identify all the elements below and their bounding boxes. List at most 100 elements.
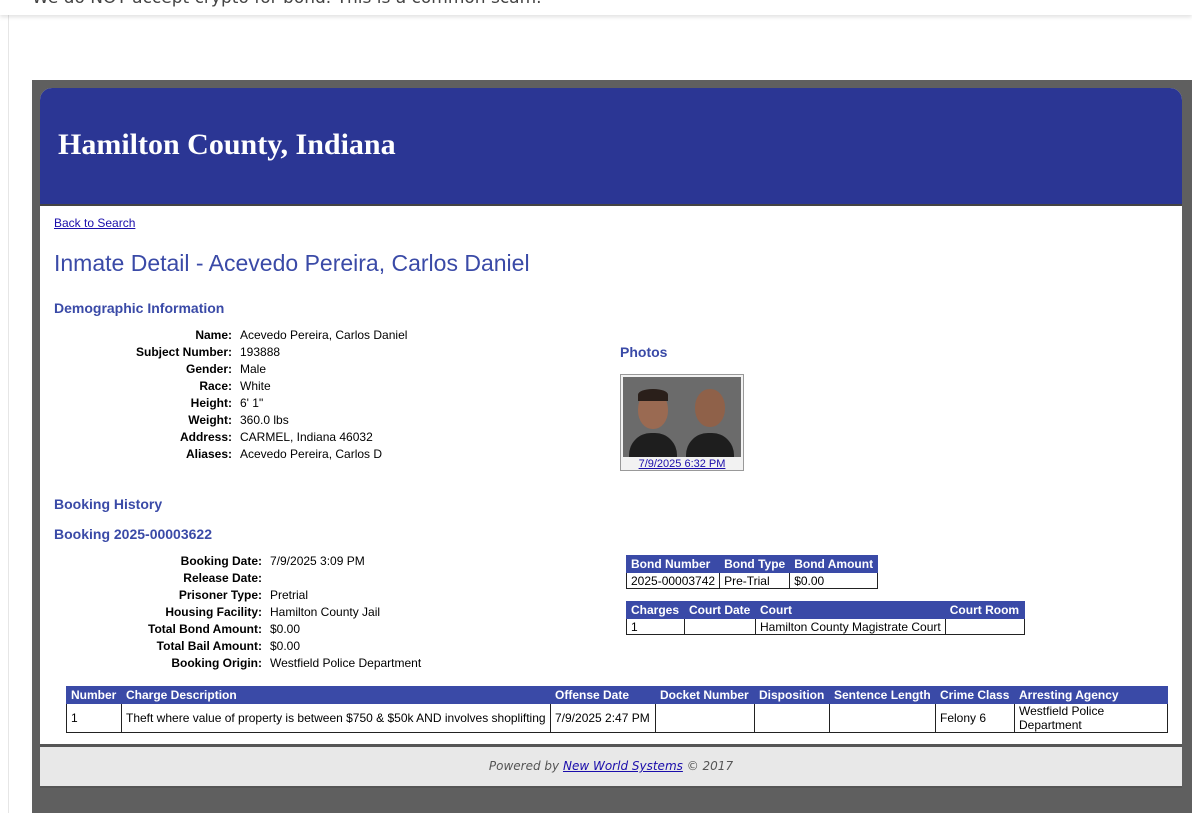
field-label: Height: (190, 396, 232, 410)
field-label: Total Bond Amount: (148, 622, 262, 636)
field-label: Total Bail Amount: (156, 639, 262, 653)
table-header-row: Bond Number Bond Type Bond Amount (625, 555, 879, 573)
bond-number-cell: 2025-00003742 (625, 572, 721, 589)
column-header: Bond Amount (789, 555, 879, 573)
footer-text: Powered by New World Systems © 2017 (40, 759, 1182, 773)
photo-date-link[interactable]: 7/9/2025 6:32 PM (621, 458, 743, 470)
booking-details-table: Booking Date: 7/9/2025 3:09 PM Release Da… (90, 553, 425, 672)
bond-amount-cell: $0.00 (789, 572, 879, 589)
column-header: Charge Description (121, 686, 551, 704)
site-top-bar: We do NOT accept crypto for bond. This i… (0, 0, 1192, 15)
column-header: Bond Type (719, 555, 791, 573)
demographics-heading: Demographic Information (54, 300, 225, 316)
column-header: Sentence Length (829, 686, 936, 704)
table-row: 1 Theft where value of property is betwe… (66, 703, 1168, 733)
county-title: Hamilton County, Indiana (58, 128, 396, 161)
field-label: Aliases: (185, 447, 232, 461)
charges-table: Number Charge Description Offense Date D… (66, 686, 1168, 733)
demographic-row: Aliases: Acevedo Pereira, Carlos D (90, 446, 411, 463)
county-header: Hamilton County, Indiana (40, 88, 1182, 206)
field-value: Male (240, 362, 267, 376)
field-label: Weight: (188, 413, 232, 427)
field-label: Address: (179, 430, 232, 444)
footer-prefix: Powered by (488, 759, 560, 773)
booking-row: Prisoner Type: Pretrial (90, 587, 425, 604)
page-title: Inmate Detail - Acevedo Pereira, Carlos … (54, 250, 530, 276)
field-label: Name: (195, 328, 232, 342)
field-label: Subject Number: (135, 345, 232, 359)
booking-row: Total Bail Amount: $0.00 (90, 638, 425, 655)
court-room-cell (944, 618, 1025, 635)
booking-history-heading: Booking History (54, 496, 163, 512)
arresting-agency-cell: Westfield Police Department (1014, 703, 1168, 733)
detail-content: Back to Search Inmate Detail - Acevedo P… (40, 206, 1182, 744)
field-label: Booking Date: (180, 554, 262, 568)
bond-table: Bond Number Bond Type Bond Amount 2025-0… (625, 555, 879, 589)
photos-heading: Photos (620, 344, 668, 360)
booking-photo-thumbnail[interactable]: 7/9/2025 6:32 PM (620, 374, 744, 471)
crime-class-cell: Felony 6 (935, 703, 1015, 733)
court-table: Charges Court Date Court Court Room 1 Ha… (626, 601, 1025, 635)
column-header: Court Date (684, 601, 756, 619)
disposition-cell (754, 703, 830, 733)
field-value: 193888 (240, 345, 281, 359)
demographic-row: Height: 6' 1" (90, 395, 411, 412)
inmate-detail-frame: Hamilton County, Indiana Back to Search … (32, 80, 1192, 813)
demographic-row: Gender: Male (90, 361, 411, 378)
field-value: 7/9/2025 3:09 PM (270, 554, 365, 568)
booking-row: Booking Origin: Westfield Police Departme… (90, 655, 425, 672)
field-value: Pretrial (270, 588, 309, 602)
booking-row: Housing Facility: Hamilton County Jail (90, 604, 425, 621)
charges-count-cell: 1 (626, 618, 685, 635)
demographic-row: Subject Number: 193888 (90, 344, 411, 361)
field-label: Booking Origin: (171, 656, 262, 670)
offense-date-cell: 7/9/2025 2:47 PM (550, 703, 656, 733)
docket-number-cell (655, 703, 755, 733)
column-header: Bond Number (625, 555, 721, 573)
back-to-search-link[interactable]: Back to Search (54, 216, 135, 230)
field-label: Prisoner Type: (178, 588, 262, 602)
field-value: 6' 1" (240, 396, 264, 410)
demographic-row: Address: CARMEL, Indiana 46032 (90, 429, 411, 446)
court-name-cell: Hamilton County Magistrate Court (755, 618, 946, 635)
demographic-row: Weight: 360.0 lbs (90, 412, 411, 429)
crypto-scam-notice: We do NOT accept crypto for bond. This i… (32, 0, 542, 8)
field-value: 360.0 lbs (240, 413, 289, 427)
field-label: Release Date: (183, 571, 262, 585)
demographic-row: Race: White (90, 378, 411, 395)
field-label: Housing Facility: (165, 605, 262, 619)
field-value: $0.00 (270, 639, 301, 653)
vendor-link[interactable]: New World Systems (563, 759, 683, 773)
column-header: Arresting Agency (1014, 686, 1168, 704)
bond-type-cell: Pre-Trial (719, 572, 791, 589)
field-label: Race: (199, 379, 232, 393)
mugshot-front-image[interactable] (623, 377, 682, 457)
page-left-border (8, 15, 9, 813)
charge-description-cell: Theft where value of property is between… (121, 703, 551, 733)
column-header: Number (66, 686, 122, 704)
sentence-length-cell (829, 703, 936, 733)
booking-row: Total Bond Amount: $0.00 (90, 621, 425, 638)
demographics-table: Name: Acevedo Pereira, Carlos Daniel Subj… (90, 327, 411, 463)
table-header-row: Charges Court Date Court Court Room (626, 601, 1025, 619)
field-value: $0.00 (270, 622, 301, 636)
field-value: Hamilton County Jail (270, 605, 381, 619)
field-value: CARMEL, Indiana 46032 (240, 430, 373, 444)
table-row: 1 Hamilton County Magistrate Court (626, 618, 1025, 635)
field-value: Acevedo Pereira, Carlos Daniel (240, 328, 408, 342)
field-value: White (240, 379, 271, 393)
field-value (266, 570, 425, 587)
booking-number-heading: Booking 2025-00003622 (54, 526, 212, 542)
charge-number-cell: 1 (66, 703, 122, 733)
powered-by-footer: Powered by New World Systems © 2017 (40, 744, 1182, 788)
inmate-detail-panel: Hamilton County, Indiana Back to Search … (40, 88, 1182, 788)
booking-row: Release Date: (90, 570, 425, 587)
table-header-row: Number Charge Description Offense Date D… (66, 686, 1168, 704)
table-row: 2025-00003742 Pre-Trial $0.00 (625, 572, 879, 589)
field-label: Gender: (185, 362, 232, 376)
column-header: Charges (626, 601, 685, 619)
column-header: Docket Number (655, 686, 755, 704)
field-value: Acevedo Pereira, Carlos D (240, 447, 383, 461)
mugshot-profile-image[interactable] (682, 377, 741, 457)
column-header: Crime Class (935, 686, 1015, 704)
